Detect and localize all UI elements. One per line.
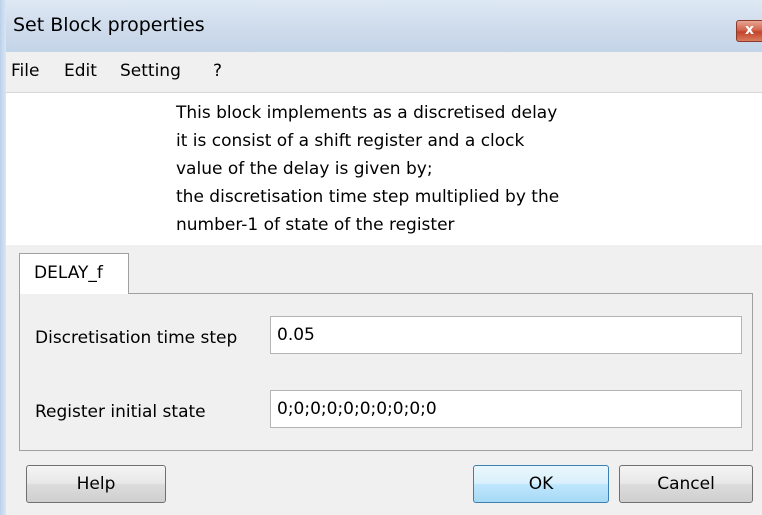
time-step-label: Discretisation time step bbox=[35, 328, 238, 348]
tab-delay-f-label: DELAY_f bbox=[34, 263, 103, 283]
description-line-3: value of the delay is given by; bbox=[176, 159, 433, 179]
tab-content-panel: Discretisation time step Register initia… bbox=[19, 293, 753, 451]
help-button[interactable]: Help bbox=[26, 465, 166, 503]
menu-bar: File Edit Setting ? bbox=[6, 52, 762, 93]
description-line-5: number-1 of state of the register bbox=[176, 215, 455, 235]
menu-setting[interactable]: Setting bbox=[120, 61, 181, 81]
title-bar[interactable]: Set Block properties x bbox=[0, 0, 762, 52]
menu-file[interactable]: File bbox=[11, 61, 39, 81]
cancel-button[interactable]: Cancel bbox=[619, 465, 753, 503]
close-icon: x bbox=[745, 22, 755, 38]
menu-edit[interactable]: Edit bbox=[64, 61, 97, 81]
menu-help-question[interactable]: ? bbox=[213, 61, 222, 81]
description-line-1: This block implements as a discretised d… bbox=[176, 103, 558, 123]
initial-state-label: Register initial state bbox=[35, 402, 206, 422]
description-line-2: it is consist of a shift register and a … bbox=[176, 131, 525, 151]
time-step-input[interactable] bbox=[270, 316, 742, 354]
initial-state-input[interactable] bbox=[270, 390, 742, 428]
ok-button[interactable]: OK bbox=[473, 465, 609, 503]
tab-delay-f[interactable]: DELAY_f bbox=[19, 253, 129, 294]
window-title: Set Block properties bbox=[13, 14, 205, 36]
description-panel: This block implements as a discretised d… bbox=[6, 93, 762, 245]
close-button[interactable]: x bbox=[736, 20, 762, 42]
dialog-window: Set Block properties x File Edit Setting… bbox=[0, 0, 762, 515]
description-line-4: the discretisation time step multiplied … bbox=[176, 187, 560, 207]
